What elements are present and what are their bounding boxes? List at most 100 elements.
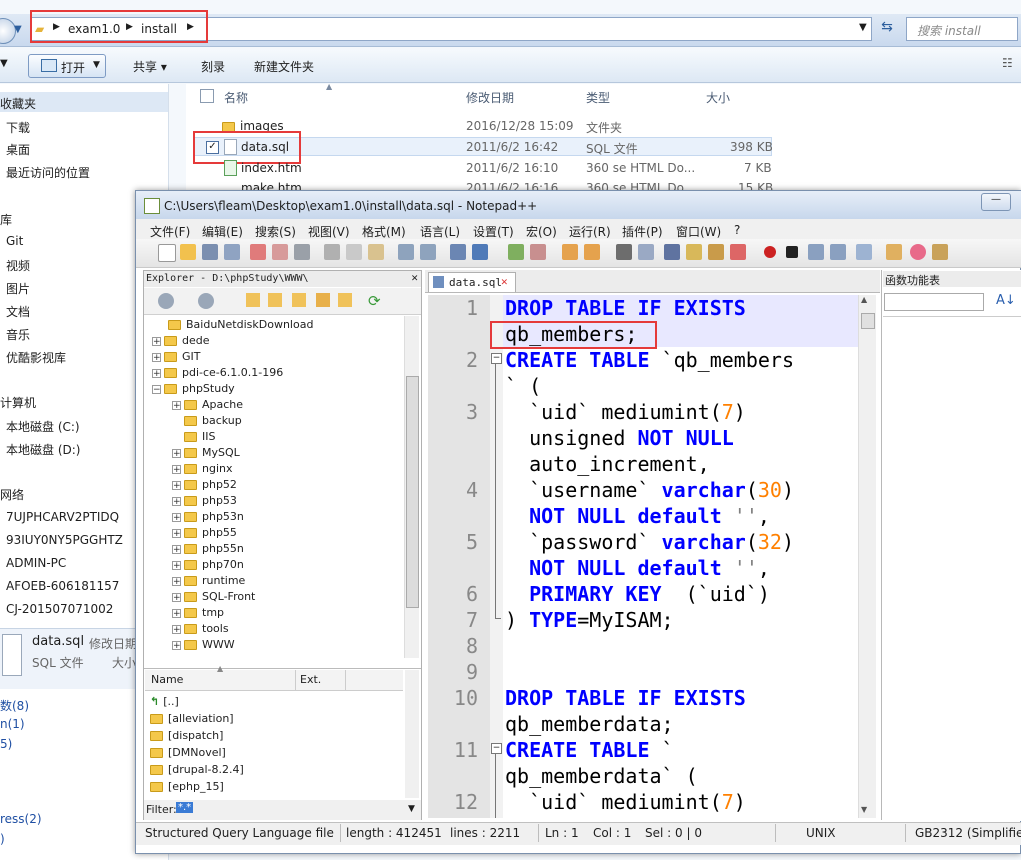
new-folder-icon[interactable] [246,293,260,307]
menu-settings[interactable]: 设置(T) [473,223,514,240]
copy-icon[interactable] [346,244,362,260]
word-wrap-icon[interactable] [616,244,632,260]
list-item[interactable]: ↰ [..] [150,695,179,708]
function-list-tree[interactable] [883,316,1021,821]
list-item[interactable]: 5) [0,737,12,751]
tree-item[interactable]: backup [184,414,242,427]
menu-edit[interactable]: 编辑(E) [202,223,243,240]
column-header-ext[interactable]: Ext. [300,673,321,686]
sidebar-item-documents[interactable]: 文档 [6,303,30,320]
column-header-type[interactable]: 类型 [586,89,610,106]
redo-icon[interactable] [420,244,436,260]
refresh-icon[interactable]: ⇆ [876,19,898,39]
function-search-input[interactable] [884,293,984,311]
view-options-icon[interactable]: ☷ [1002,56,1013,70]
collapse-icon[interactable]: − [152,384,161,394]
tree-item[interactable]: + runtime [172,574,245,587]
sidebar-item-desktop[interactable]: 桌面 [6,141,30,158]
list-item[interactable]: ress(2) [0,812,42,826]
forward-icon[interactable] [198,293,214,309]
expand-icon[interactable]: + [172,480,181,490]
scroll-up-icon[interactable]: ▲ [861,295,867,304]
tree-item[interactable]: + SQL-Front [172,590,255,603]
list-item[interactable]: ) [0,832,5,846]
tree-item[interactable]: + php53 [172,494,237,507]
tab-data-sql[interactable]: data.sql ✕ [428,272,516,292]
expand-icon[interactable]: + [152,368,161,378]
expand-icon[interactable]: + [172,512,181,522]
replace-icon[interactable] [472,244,488,260]
menu-language[interactable]: 语言(L) [420,223,460,240]
zoom-out-icon[interactable] [530,244,546,260]
open-file-icon[interactable] [180,244,196,260]
folder-icon[interactable] [292,293,306,307]
expand-icon[interactable]: + [172,448,181,458]
expand-icon[interactable]: + [172,592,181,602]
column-header-name[interactable]: 名称 [224,89,248,106]
save-all-icon[interactable] [224,244,240,260]
tree-scrollbar[interactable] [404,316,419,658]
play-multi-icon[interactable] [830,244,846,260]
column-header-size[interactable]: 大小 [706,89,730,106]
chevron-down-icon[interactable]: ▼ [859,22,867,33]
tree-item[interactable]: + tmp [172,606,224,619]
chevron-down-icon[interactable]: ▼ [408,804,415,814]
sidebar-libraries[interactable]: 库 [0,211,12,228]
fold-toggle-icon[interactable]: − [491,743,502,754]
sidebar-favorites[interactable]: 收藏夹 [0,95,36,112]
folder-up-icon[interactable] [316,293,330,307]
file-list-scrollbar[interactable] [405,670,419,798]
column-header-name[interactable]: Name [151,673,183,686]
column-header-modified[interactable]: 修改日期 [466,89,514,106]
history-dropdown-icon[interactable]: ▼ [14,24,22,35]
list-item[interactable]: [ephp_15] [150,780,224,793]
plugin-icon[interactable] [886,244,902,260]
expand-icon[interactable]: + [172,640,181,650]
tree-item[interactable]: BaiduNetdiskDownload [168,318,313,331]
sidebar-network[interactable]: 网络 [0,486,24,503]
tree-item[interactable]: + nginx [172,462,233,475]
back-icon[interactable] [158,293,174,309]
menu-view[interactable]: 视图(V) [308,223,350,240]
menu-macro[interactable]: 宏(O) [526,223,557,240]
tree-item[interactable]: + php55n [172,542,244,555]
tree-item[interactable]: + WWW [172,638,235,651]
scroll-thumb[interactable] [406,376,419,608]
function-list-icon[interactable] [730,244,746,260]
menu-file[interactable]: 文件(F) [150,223,190,240]
sync-h-icon[interactable] [584,244,600,260]
new-file-icon[interactable] [158,244,176,262]
tree-item[interactable]: + php52 [172,478,237,491]
tree-item[interactable]: + php70n [172,558,244,571]
burn-button[interactable]: 刻录 [201,58,225,75]
plugin2-icon[interactable] [932,244,948,260]
new-folder-button[interactable]: 新建文件夹 [254,58,314,75]
show-all-chars-icon[interactable] [638,244,654,260]
tree-item[interactable]: IIS [184,430,215,443]
undo-icon[interactable] [398,244,414,260]
list-item[interactable]: 数(8) [0,697,29,714]
expand-icon[interactable]: + [172,400,181,410]
sidebar-item-pc5[interactable]: CJ-201507071002 [6,602,113,616]
sidebar-item-videos[interactable]: 视频 [6,257,30,274]
record-macro-icon[interactable] [764,246,776,258]
sort-icon[interactable]: A↓ [996,293,1016,308]
tree-item[interactable]: + php55 [172,526,237,539]
sidebar-item-git[interactable]: Git [6,234,23,248]
stop-macro-icon[interactable] [786,246,798,258]
menu-window[interactable]: 窗口(W) [676,223,721,240]
close-file-icon[interactable] [250,244,266,260]
save-icon[interactable] [202,244,218,260]
paste-icon[interactable] [368,244,384,260]
sidebar-item-recent[interactable]: 最近访问的位置 [6,164,90,181]
expand-icon[interactable]: + [172,496,181,506]
close-all-icon[interactable] [272,244,288,260]
list-item[interactable]: [dispatch] [150,729,223,742]
sidebar-item-music[interactable]: 音乐 [6,326,30,343]
expand-icon[interactable]: + [172,544,181,554]
editor-scrollbar[interactable]: ▲ ▼ [858,295,876,818]
share-button[interactable]: 共享 ▾ [133,58,167,75]
folder-icon[interactable] [268,293,282,307]
sidebar-computer[interactable]: 计算机 [0,394,36,411]
find-icon[interactable] [450,244,466,260]
